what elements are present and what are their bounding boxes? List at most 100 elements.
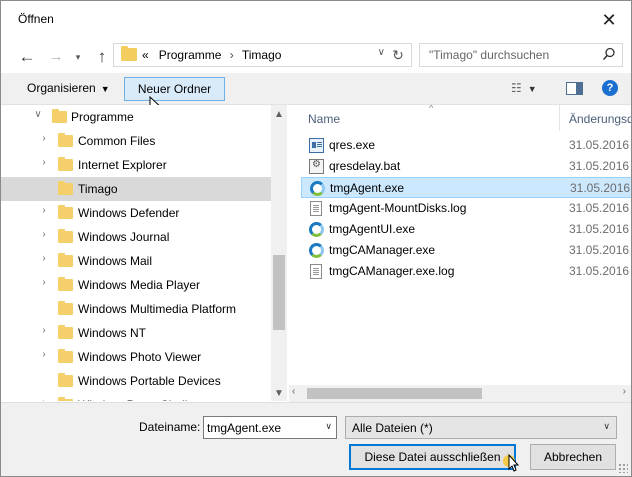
- tree-item-timago[interactable]: Timago: [1, 177, 271, 201]
- window-title: Öffnen: [18, 12, 54, 26]
- tree-item-windows-nt[interactable]: › Windows NT: [1, 321, 271, 345]
- file-row[interactable]: qresdelay.bat 31.05.2016 1: [301, 156, 631, 177]
- scroll-right-icon[interactable]: ›: [623, 386, 626, 397]
- filetype-select[interactable]: Alle Dateien (*) ∨: [345, 416, 617, 439]
- folder-icon: [58, 157, 73, 171]
- tree-item-label: Windows NT: [78, 326, 147, 340]
- scroll-thumb[interactable]: [273, 255, 285, 330]
- command-toolbar: Organisieren ▼ Neuer Ordner ☷ ▼ ?: [1, 73, 631, 105]
- click-pointer-icon: [503, 453, 520, 472]
- breadcrumb-programme[interactable]: Programme: [159, 48, 222, 62]
- chevron-right-icon[interactable]: ›: [37, 157, 51, 168]
- chevron-down-icon: ▼: [100, 84, 110, 94]
- tree-item-windows-multimedia-platform[interactable]: Windows Multimedia Platform: [1, 297, 271, 321]
- file-row[interactable]: tmgCAManager.exe.log 31.05.2016 0: [301, 261, 631, 282]
- address-dropdown-icon[interactable]: ∨: [378, 47, 385, 58]
- folder-icon: [58, 349, 73, 363]
- folder-icon: [58, 301, 73, 315]
- tree-item-windows-photo-viewer[interactable]: › Windows Photo Viewer: [1, 345, 271, 369]
- file-row[interactable]: tmgAgent.exe 31.05.2016 1: [301, 177, 631, 198]
- chevron-right-icon[interactable]: ›: [37, 133, 51, 144]
- tree-item-label: WindowsPowerShell: [78, 398, 187, 401]
- forward-arrow-icon[interactable]: →: [47, 46, 65, 68]
- breadcrumb-separator-icon[interactable]: ›: [225, 48, 239, 62]
- chevron-right-icon[interactable]: ›: [37, 397, 51, 401]
- breadcrumb-overflow-icon[interactable]: «: [142, 48, 149, 62]
- folder-icon: [58, 373, 73, 387]
- title-bar: Öffnen ✕: [1, 1, 631, 39]
- scroll-down-icon[interactable]: ▼: [271, 388, 287, 399]
- chevron-right-icon[interactable]: ›: [37, 253, 51, 264]
- breadcrumb-spacer: [152, 48, 155, 62]
- help-icon[interactable]: ?: [602, 80, 618, 96]
- tree-item-windows-portable-devices[interactable]: Windows Portable Devices: [1, 369, 271, 393]
- resize-grip-icon[interactable]: [618, 463, 628, 473]
- chevron-right-icon[interactable]: ›: [37, 277, 51, 288]
- folder-icon: [58, 325, 73, 339]
- column-header-date[interactable]: Änderungsdatum: [569, 112, 631, 126]
- scroll-left-icon[interactable]: ‹: [292, 386, 295, 397]
- back-arrow-icon[interactable]: ←: [18, 46, 36, 68]
- exclude-file-button[interactable]: Diese Datei ausschließen: [349, 444, 516, 470]
- application-icon: [309, 222, 324, 237]
- column-header-name[interactable]: Name: [308, 112, 340, 126]
- tree-item-windows-journal[interactable]: › Windows Journal: [1, 225, 271, 249]
- file-modified-date: 31.05.2016 1: [569, 243, 631, 257]
- chevron-down-icon[interactable]: ∨: [31, 109, 45, 120]
- filename-combobox[interactable]: tmgAgent.exe ∨: [203, 416, 337, 439]
- text-file-icon: [310, 264, 322, 279]
- new-folder-button[interactable]: Neuer Ordner: [124, 77, 225, 101]
- preview-pane-icon[interactable]: [566, 82, 583, 95]
- filename-value[interactable]: tmgAgent.exe: [207, 421, 281, 435]
- filetype-value: Alle Dateien (*): [352, 421, 433, 435]
- file-modified-date: 31.05.2016 1: [570, 181, 631, 195]
- tree-item-windowspowershell[interactable]: › WindowsPowerShell: [1, 393, 271, 401]
- folder-icon: [121, 46, 137, 61]
- breadcrumb-timago[interactable]: Timago: [242, 48, 282, 62]
- organize-menu-button[interactable]: Organisieren ▼: [27, 81, 110, 95]
- refresh-icon[interactable]: ↻: [389, 45, 407, 65]
- file-name: qres.exe: [329, 138, 376, 152]
- cancel-button[interactable]: Abbrechen: [530, 444, 616, 470]
- tree-item-windows-defender[interactable]: › Windows Defender: [1, 201, 271, 225]
- tree-item-windows-mail[interactable]: › Windows Mail: [1, 249, 271, 273]
- address-bar[interactable]: « Programme › Timago ∨ ↻: [113, 43, 412, 67]
- executable-file-icon: [309, 138, 324, 153]
- file-modified-date: 31.05.2016 0: [569, 264, 631, 278]
- search-input[interactable]: "Timago" durchsuchen: [419, 43, 623, 67]
- file-name: tmgCAManager.exe.log: [329, 264, 455, 278]
- file-list-hscrollbar[interactable]: ‹ ›: [289, 385, 631, 402]
- chevron-right-icon[interactable]: ›: [37, 205, 51, 216]
- tree-item-label: Programme: [71, 110, 134, 124]
- recent-locations-chevron-icon[interactable]: ▾: [72, 46, 84, 68]
- folder-icon: [58, 397, 73, 401]
- view-options-button[interactable]: ☷ ▼: [511, 81, 537, 95]
- chevron-right-icon[interactable]: ›: [37, 229, 51, 240]
- scroll-up-icon[interactable]: ▲: [271, 109, 287, 120]
- tree-item-label: Windows Portable Devices: [78, 374, 221, 388]
- file-modified-date: 31.05.2016 1: [569, 159, 631, 173]
- column-divider[interactable]: [559, 105, 560, 131]
- tree-scrollbar[interactable]: ▲ ▼: [271, 105, 287, 401]
- file-row[interactable]: qres.exe 31.05.2016 1: [301, 135, 631, 156]
- hscroll-thumb[interactable]: [307, 388, 482, 399]
- chevron-down-icon[interactable]: ∨: [325, 421, 332, 432]
- tree-item-common-files[interactable]: › Common Files: [1, 129, 271, 153]
- file-row[interactable]: tmgCAManager.exe 31.05.2016 1: [301, 240, 631, 261]
- tree-item-internet-explorer[interactable]: › Internet Explorer: [1, 153, 271, 177]
- search-icon[interactable]: [602, 47, 616, 64]
- up-arrow-icon[interactable]: ↑: [93, 46, 111, 68]
- navigation-tree: ∨ Programme › Common Files › Internet Explore…: [1, 105, 287, 401]
- chevron-down-icon[interactable]: ∨: [603, 421, 610, 432]
- file-row[interactable]: tmgAgentUI.exe 31.05.2016 1: [301, 219, 631, 240]
- tree-item-windows-media-player[interactable]: › Windows Media Player: [1, 273, 271, 297]
- chevron-right-icon[interactable]: ›: [37, 325, 51, 336]
- file-row[interactable]: tmgAgent-MountDisks.log 31.05.2016 0: [301, 198, 631, 219]
- file-modified-date: 31.05.2016 1: [569, 222, 631, 236]
- close-icon[interactable]: ✕: [595, 7, 623, 33]
- chevron-right-icon[interactable]: ›: [37, 349, 51, 360]
- folder-icon: [58, 253, 73, 267]
- filename-label: Dateiname:: [139, 420, 201, 434]
- folder-icon: [58, 133, 73, 147]
- tree-item-programme[interactable]: ∨ Programme: [1, 105, 271, 129]
